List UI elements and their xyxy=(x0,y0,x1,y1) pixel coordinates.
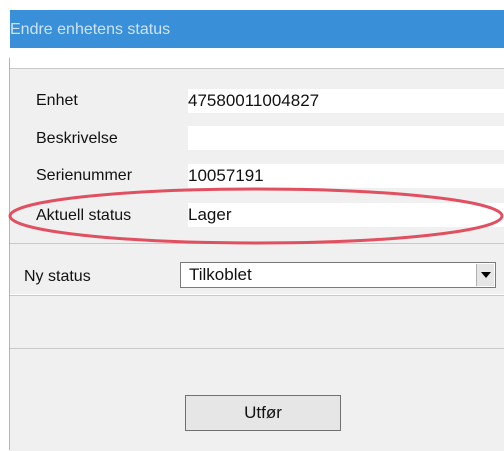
unit-label: Enhet xyxy=(36,92,78,109)
new-status-label: Ny status xyxy=(24,268,91,285)
execute-button[interactable]: Utfør xyxy=(185,395,341,431)
empty-panel xyxy=(10,295,504,349)
actions-panel: Utfør xyxy=(10,348,504,451)
serial-number-label: Serienummer xyxy=(36,167,133,184)
unit-value: 47580011004827 xyxy=(188,89,504,113)
new-status-dropdown[interactable]: Tilkoblet xyxy=(180,262,496,288)
chevron-down-icon xyxy=(481,272,491,278)
window-title: Endre enhetens status xyxy=(10,21,171,38)
dialog-body: Enhet 47580011004827 Beskrivelse Serienu… xyxy=(9,58,504,451)
highlight-ellipse xyxy=(8,187,504,245)
description-value xyxy=(188,126,504,150)
description-label: Beskrivelse xyxy=(36,130,118,147)
new-status-panel: Ny status Tilkoblet xyxy=(10,243,504,294)
dropdown-button[interactable] xyxy=(476,264,494,286)
new-status-selected: Tilkoblet xyxy=(189,265,252,284)
title-bar: Endre enhetens status xyxy=(0,0,504,60)
